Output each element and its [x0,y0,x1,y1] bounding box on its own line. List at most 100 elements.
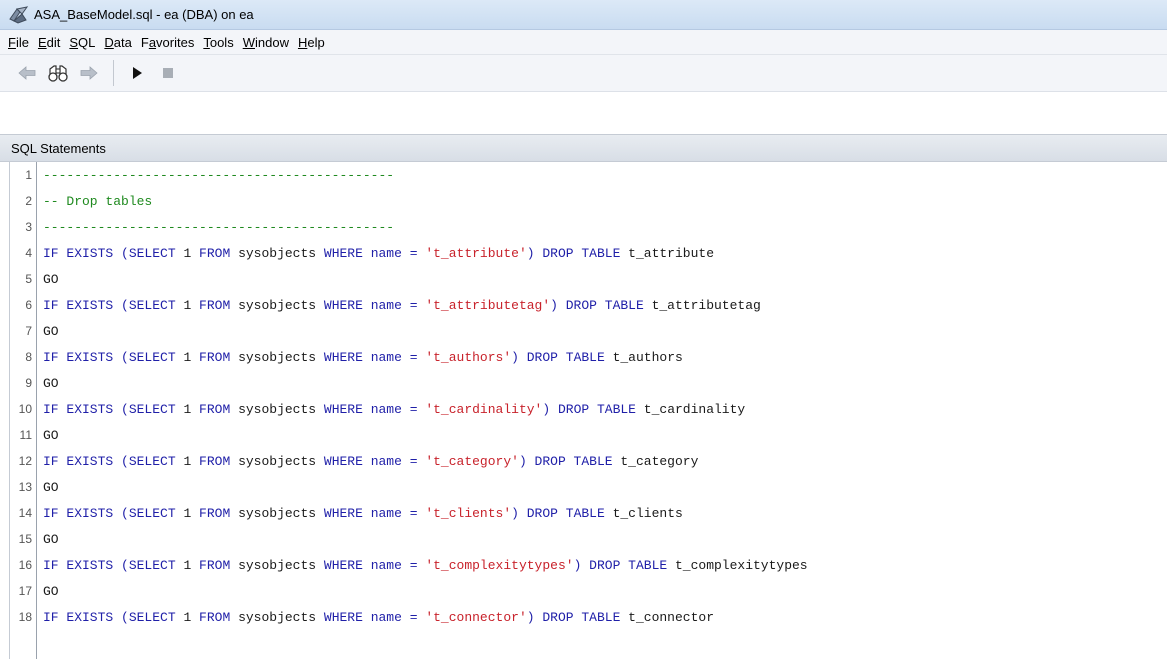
execute-icon [133,67,142,79]
sql-string: 't_category' [425,453,519,469]
code-line: 9 GO [10,370,1167,396]
sql-keyword: FROM [199,505,231,521]
code-text: IF EXISTS (SELECT 1 FROM sysobjects WHER… [43,246,714,261]
sql-keyword: FROM [199,609,231,625]
find-button[interactable] [45,60,71,86]
sql-identifier: GO [43,427,59,443]
stop-button[interactable] [155,60,181,86]
sql-keyword: IF EXISTS ( [43,505,129,521]
sql-string: 't_attribute' [425,245,527,261]
line-number: 17 [18,584,32,598]
line-number: 11 [19,428,32,442]
sql-keyword: WHERE [323,245,363,261]
line-number: 7 [25,324,32,338]
sql-identifier: t_complexitytypes [667,557,808,573]
menu-edit[interactable]: Edit [38,35,60,50]
line-number: 3 [25,220,32,234]
code-text: IF EXISTS (SELECT 1 FROM sysobjects WHER… [43,558,808,573]
sql-identifier: 1 [175,245,200,261]
sql-identifier: t_clients [604,505,683,521]
sql-identifier: GO [43,323,59,339]
sql-identifier: sysobjects [230,557,324,573]
sql-keyword: WHERE [323,401,363,417]
execute-button[interactable] [124,60,150,86]
forward-button[interactable] [76,60,102,86]
sql-keyword: FROM [199,557,231,573]
sql-identifier: GO [43,583,59,599]
line-number: 5 [25,272,32,286]
code-text: IF EXISTS (SELECT 1 FROM sysobjects WHER… [43,506,683,521]
sql-keyword: WHERE [323,297,363,313]
sql-identifier: sysobjects [230,505,324,521]
code-line: 6 IF EXISTS (SELECT 1 FROM sysobjects WHE… [10,292,1167,318]
sql-keyword: WHERE [323,453,363,469]
sql-keyword: WHERE [323,609,363,625]
code-line: 11 GO [10,422,1167,448]
sql-identifier: sysobjects [230,245,324,261]
sql-keyword: name = [362,401,426,417]
sql-keyword: name = [362,349,426,365]
menu-favorites[interactable]: Favorites [141,35,194,50]
back-arrow-icon [18,66,36,80]
sql-comment: -- Drop tables [43,193,153,209]
sql-statements-header: SQL Statements [0,134,1167,162]
code-line: 18 IF EXISTS (SELECT 1 FROM sysobjects WH… [10,604,1167,630]
menu-data[interactable]: Data [104,35,131,50]
sql-identifier: t_authors [604,349,683,365]
sql-keyword: IF EXISTS ( [43,609,129,625]
sql-identifier: t_connector [620,609,714,625]
sql-keyword: ) DROP TABLE [511,505,605,521]
sql-string: 't_authors' [425,349,512,365]
code-text: IF EXISTS (SELECT 1 FROM sysobjects WHER… [43,298,761,313]
menu-file[interactable]: File [8,35,29,50]
menu-sql[interactable]: SQL [69,35,95,50]
code-text: IF EXISTS (SELECT 1 FROM sysobjects WHER… [43,610,714,625]
sql-keyword: IF EXISTS ( [43,453,129,469]
code-line: 1 ---------------------------------------… [10,162,1167,188]
sql-keyword: SELECT [128,505,176,521]
menu-window[interactable]: Window [243,35,289,50]
sql-keyword: IF EXISTS ( [43,349,129,365]
line-number: 1 [25,168,32,182]
sql-keyword: WHERE [323,349,363,365]
code-line: 14 IF EXISTS (SELECT 1 FROM sysobjects WH… [10,500,1167,526]
sql-keyword: SELECT [128,245,176,261]
sql-keyword: SELECT [128,557,176,573]
sql-identifier: sysobjects [230,349,324,365]
sql-identifier: GO [43,375,59,391]
sql-keyword: name = [362,297,426,313]
binoculars-icon [48,65,68,82]
code-text: -- Drop tables [43,194,152,209]
back-button[interactable] [14,60,40,86]
sql-editor[interactable]: 1 ---------------------------------------… [9,162,1167,659]
line-number: 2 [25,194,32,208]
sql-keyword: ) DROP TABLE [573,557,668,573]
menu-tools[interactable]: Tools [203,35,233,50]
sql-identifier: 1 [175,401,200,417]
sql-keyword: IF EXISTS ( [43,297,129,313]
line-number: 4 [25,246,32,260]
sql-identifier: 1 [175,505,200,521]
menu-help[interactable]: Help [298,35,325,50]
sql-identifier: sysobjects [230,609,324,625]
sql-string: 't_cardinality' [425,401,543,417]
line-number: 18 [18,610,32,624]
sql-keyword: SELECT [128,401,176,417]
sql-identifier: t_attribute [620,245,714,261]
sql-identifier: sysobjects [230,297,324,313]
sql-identifier: t_cardinality [635,401,746,417]
code-text: GO [43,272,59,287]
code-text: GO [43,428,59,443]
line-number: 6 [25,298,32,312]
code-text: GO [43,584,59,599]
code-line: 13 GO [10,474,1167,500]
code-line: 3 ---------------------------------------… [10,214,1167,240]
sql-identifier: sysobjects [230,401,324,417]
sql-keyword: ) DROP TABLE [542,401,636,417]
sql-comment: ----------------------------------------… [43,167,395,183]
code-line: 4 IF EXISTS (SELECT 1 FROM sysobjects WHE… [10,240,1167,266]
sql-keyword: ) DROP TABLE [526,609,621,625]
line-number: 12 [18,454,32,468]
sql-keyword: name = [362,505,426,521]
code-text: IF EXISTS (SELECT 1 FROM sysobjects WHER… [43,454,698,469]
